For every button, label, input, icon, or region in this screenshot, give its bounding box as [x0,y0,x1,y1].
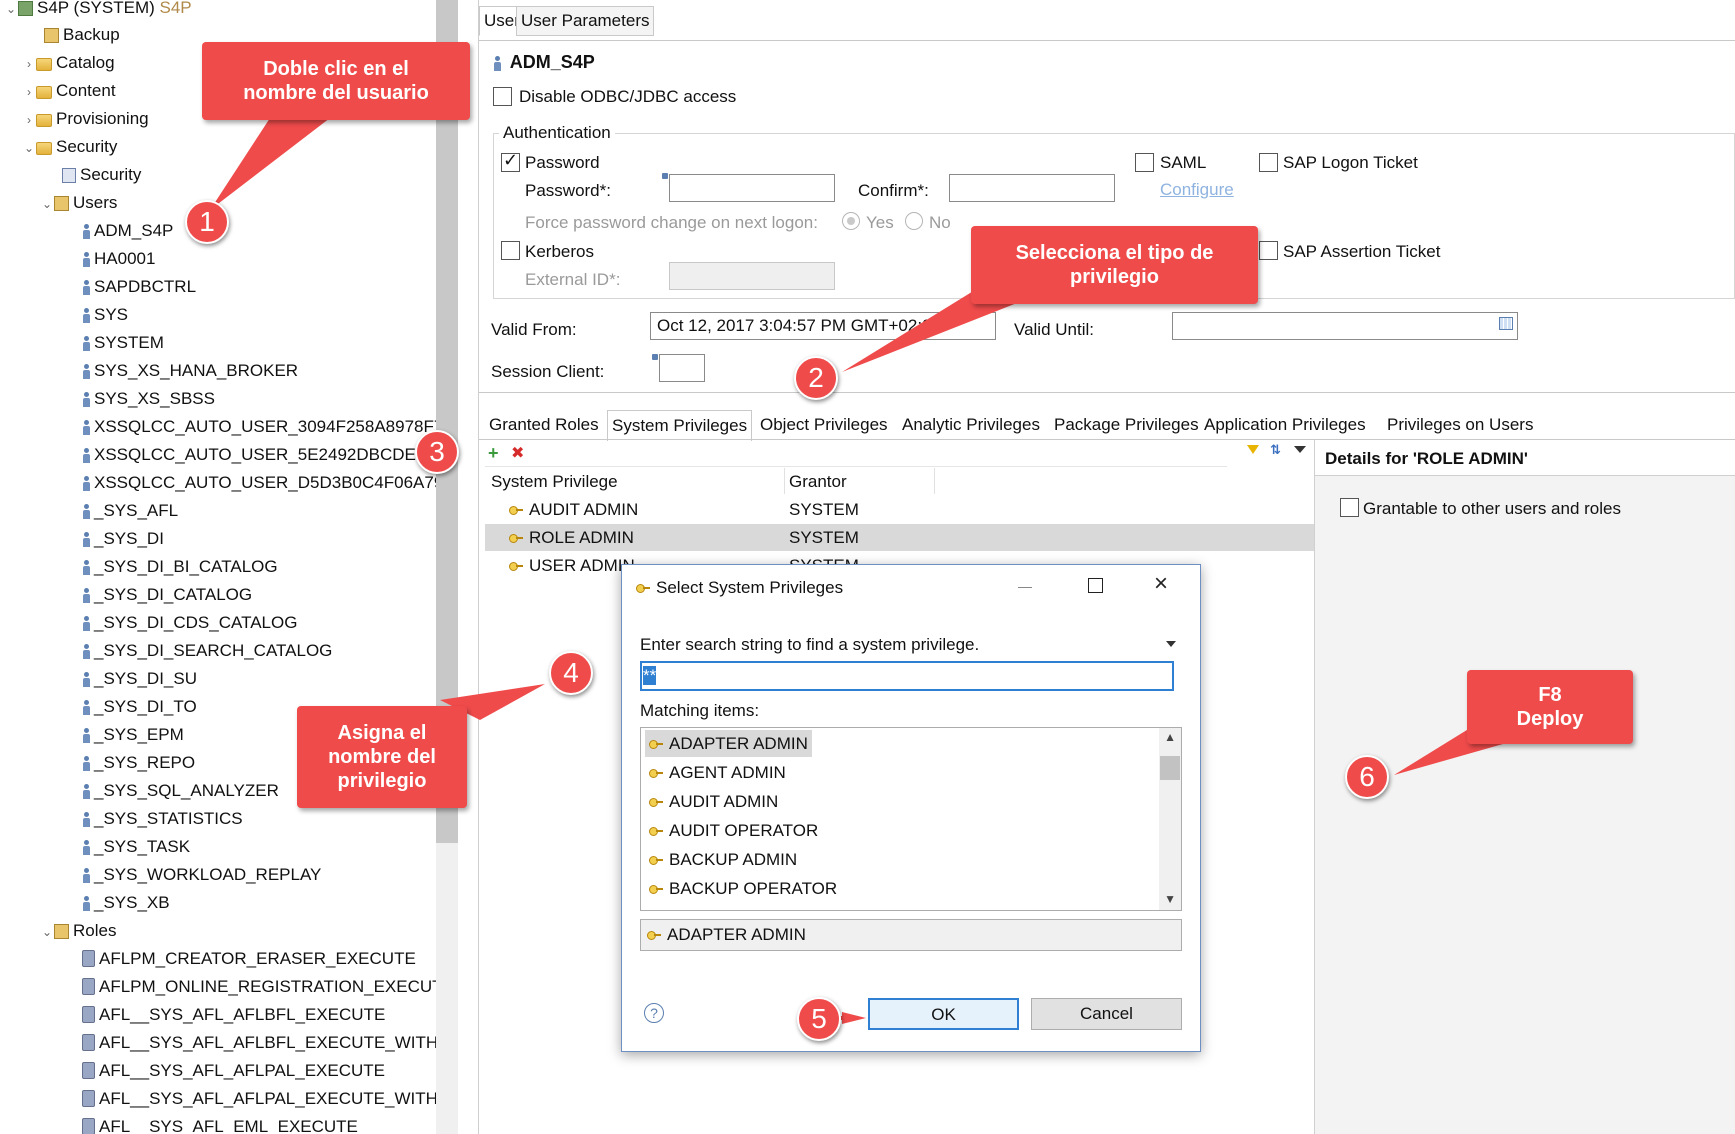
step-badge-4: 4 [549,651,593,695]
step-badge-1: 1 [185,200,229,244]
step-badge-3: 3 [415,430,459,474]
callout-4: Asigna el nombre del privilegio [297,706,467,808]
callout-1: Doble clic en el nombre del usuario [202,42,470,120]
callout-6: F8 Deploy [1467,670,1633,744]
callout-pointers [210,118,1510,1024]
step-badge-5: 5 [797,997,841,1041]
callout-1-pointer [210,118,330,210]
step-badge-6: 6 [1345,755,1389,799]
callout-2: Selecciona el tipo de privilegio [971,226,1258,304]
step-badge-2: 2 [794,356,838,400]
